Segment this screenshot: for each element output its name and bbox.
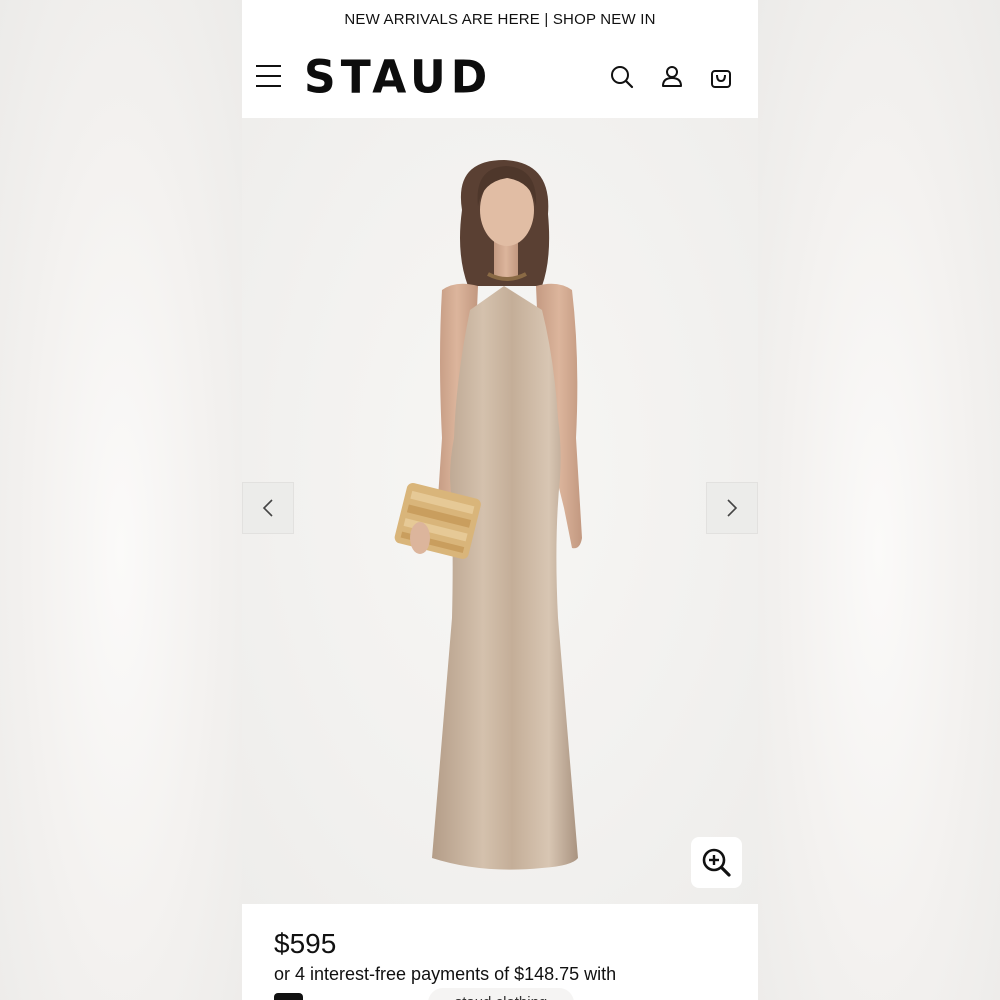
account-handle-overlay: staud.clothing: [428, 988, 574, 1000]
model-photo: [394, 160, 582, 870]
product-image[interactable]: [242, 118, 758, 904]
brand-logo[interactable]: STAUD: [304, 51, 492, 104]
phone-screen: NEW ARRIVALS ARE HERE | SHOP NEW IN STAU…: [242, 0, 758, 1000]
background-right: [758, 0, 1000, 1000]
account-icon[interactable]: [657, 62, 687, 92]
site-header: STAUD: [242, 38, 758, 118]
bag-icon[interactable]: [706, 62, 736, 92]
installment-text: or 4 interest-free payments of $148.75 w…: [274, 964, 617, 984]
zoom-in-icon: [702, 848, 731, 877]
next-image-button[interactable]: [706, 482, 758, 534]
product-info: $595 or 4 interest-free payments of $148…: [242, 904, 758, 1000]
background-left: [0, 0, 242, 1000]
search-icon[interactable]: [607, 62, 637, 92]
announcement-text[interactable]: NEW ARRIVALS ARE HERE | SHOP NEW IN: [344, 11, 655, 28]
payment-provider-logo[interactable]: [274, 993, 303, 1000]
zoom-button[interactable]: [691, 837, 742, 888]
previous-image-button[interactable]: [242, 482, 294, 534]
product-price: $595: [274, 928, 337, 959]
announcement-bar[interactable]: NEW ARRIVALS ARE HERE | SHOP NEW IN: [242, 0, 758, 38]
chevron-right-icon: [727, 499, 738, 517]
menu-icon[interactable]: [254, 60, 284, 92]
chevron-left-icon: [262, 499, 273, 517]
